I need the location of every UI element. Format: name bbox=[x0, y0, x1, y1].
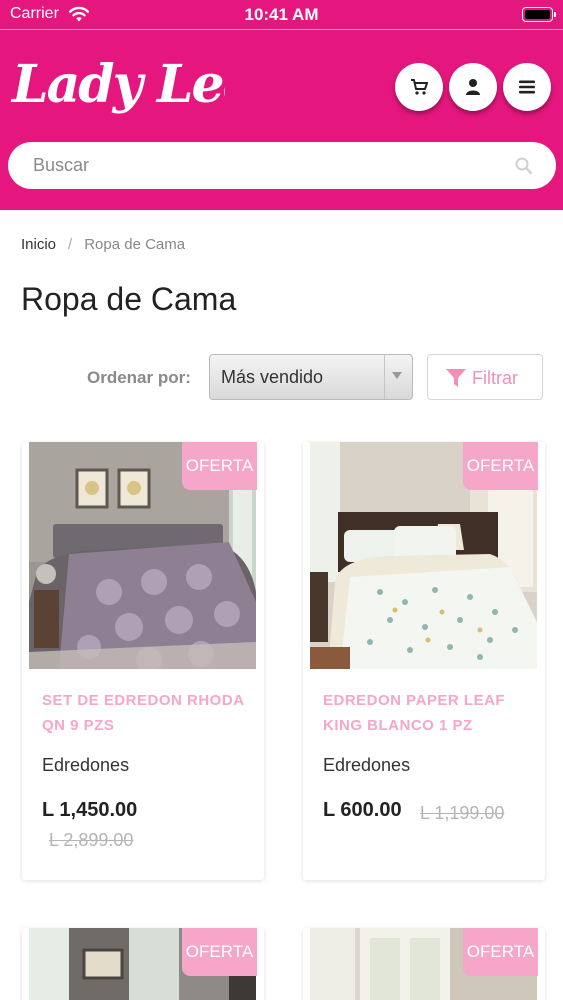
site-header: Lady Lee bbox=[0, 30, 563, 210]
sort-select-arrow-box bbox=[384, 355, 412, 399]
product-name[interactable]: SET DE EDREDON RHODA QN 9 PZS bbox=[42, 688, 252, 738]
offer-badge: OFERTA bbox=[463, 928, 538, 976]
search-input[interactable] bbox=[8, 142, 556, 189]
logo-text: Lady Lee bbox=[10, 54, 225, 115]
cart-icon bbox=[411, 79, 428, 95]
product-old-price: L 2,899.00 bbox=[49, 830, 134, 850]
user-icon bbox=[466, 79, 480, 95]
search-icon[interactable] bbox=[515, 157, 532, 174]
funnel-icon bbox=[446, 369, 466, 387]
sort-select[interactable]: Más vendido bbox=[209, 354, 413, 400]
product-card[interactable]: OFERTA bbox=[22, 928, 264, 1000]
sort-selected-value: Más vendido bbox=[221, 367, 324, 387]
product-card[interactable]: OFERTA EDREDON PAPER LEAF KING BLANCO 1 … bbox=[303, 442, 545, 880]
product-price: L 1,450.00 bbox=[42, 799, 138, 821]
menu-icon bbox=[519, 80, 535, 94]
product-category: Edredones bbox=[323, 755, 411, 775]
breadcrumb-home-link[interactable]: Inicio bbox=[21, 236, 56, 253]
product-price: L 600.00 bbox=[323, 799, 402, 821]
lady-lee-logo[interactable]: Lady Lee bbox=[10, 44, 225, 116]
offer-badge: OFERTA bbox=[182, 928, 257, 976]
product-category: Edredones bbox=[42, 755, 130, 775]
product-card[interactable]: OFERTA SET DE EDREDON RHODA QN 9 PZS Edr… bbox=[22, 442, 264, 880]
status-bar: Carrier 10:41 AM bbox=[0, 0, 563, 30]
menu-button[interactable] bbox=[503, 63, 551, 111]
battery-icon bbox=[522, 7, 556, 22]
offer-badge: OFERTA bbox=[182, 442, 257, 490]
product-name[interactable]: EDREDON PAPER LEAF KING BLANCO 1 PZ bbox=[323, 688, 533, 738]
breadcrumb: Inicio / Ropa de Cama bbox=[21, 236, 185, 253]
breadcrumb-separator: / bbox=[68, 236, 73, 253]
search-bar bbox=[8, 142, 556, 189]
cart-button[interactable] bbox=[395, 63, 443, 111]
offer-badge: OFERTA bbox=[463, 442, 538, 490]
status-time: 10:41 AM bbox=[244, 5, 319, 24]
product-card[interactable]: OFERTA bbox=[303, 928, 545, 1000]
sort-label: Ordenar por: bbox=[87, 368, 191, 387]
filter-button[interactable]: Filtrar bbox=[427, 354, 543, 400]
page-title: Ropa de Cama bbox=[21, 281, 237, 317]
chevron-down-icon bbox=[392, 372, 402, 379]
account-button[interactable] bbox=[449, 63, 497, 111]
breadcrumb-current: Ropa de Cama bbox=[84, 236, 186, 253]
filter-label: Filtrar bbox=[472, 368, 518, 388]
product-old-price: L 1,199.00 bbox=[420, 803, 505, 823]
